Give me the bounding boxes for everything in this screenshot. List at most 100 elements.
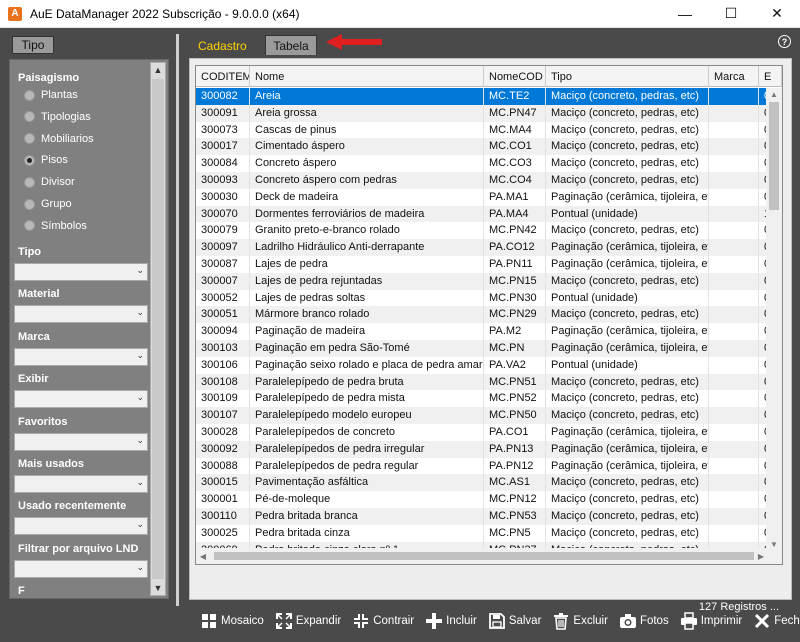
radio-mobiliarios[interactable]: Mobiliarios [24, 133, 94, 145]
tab-tipo[interactable]: Tipo [12, 36, 54, 54]
table-row[interactable]: 300097 Ladrilho Hidráulico Anti-derrapant… [196, 239, 767, 256]
radio-button-icon[interactable] [24, 89, 35, 101]
expandir-button[interactable]: Expandir [275, 612, 341, 630]
table-row[interactable]: 300106 Paginação seixo rolado e placa de … [196, 356, 767, 374]
table-cell: 300093 [196, 171, 250, 189]
contrair-button[interactable]: Contrair [352, 612, 414, 630]
scroll-left-icon[interactable]: ◀ [196, 548, 210, 564]
table-cell [709, 407, 759, 424]
scroll-right-icon[interactable]: ▶ [754, 548, 768, 564]
table-row[interactable]: 300028 Paralelepípedos de concreto PA.CO1 P… [196, 423, 767, 441]
radio-tipologias[interactable]: Tipologias [24, 111, 91, 123]
table-row[interactable]: 300015 Pavimentação asfáltica MC.AS1 Maciço… [196, 474, 767, 492]
table-row[interactable]: 300110 Pedra britada branca MC.PN53 Maciço … [196, 507, 767, 525]
radio-divisor[interactable]: Divisor [24, 176, 75, 188]
table-row[interactable]: 300087 Lajes de pedra PA.PN11 Paginação (ce… [196, 255, 767, 273]
table-row[interactable]: 300107 Paralelepípedo modelo europeu MC.PN… [196, 407, 767, 424]
tab-tabela[interactable]: Tabela [265, 35, 317, 55]
scrollbar-thumb[interactable] [152, 79, 164, 579]
imprimir-button[interactable]: Imprimir [680, 612, 742, 630]
chevron-down-icon[interactable]: ⌄ [136, 392, 144, 403]
salvar-button[interactable]: Salvar [488, 612, 541, 630]
filter-dropdown[interactable]: ⌄ [14, 475, 148, 493]
radio-button-icon[interactable] [24, 154, 35, 166]
table-row[interactable]: 300088 Paralelepípedos de pedra regular PA… [196, 457, 767, 475]
table-row[interactable]: 300084 Concreto áspero MC.CO3 Maciço (concr… [196, 155, 767, 172]
grid-horizontal-scrollbar[interactable]: ◀ ▶ [196, 548, 782, 564]
filter-dropdown[interactable]: ⌄ [14, 347, 148, 366]
radio-simbolos[interactable]: Símbolos [24, 220, 87, 232]
table-row[interactable]: 300052 Lajes de pedras soltas MC.PN30 Pontu… [196, 289, 767, 307]
radio-button-icon[interactable] [24, 176, 35, 188]
filter-dropdown[interactable]: ⌄ [14, 390, 148, 409]
table-row[interactable]: 300051 Mármore branco rolado MC.PN29 Maciço… [196, 306, 767, 324]
scroll-up-icon[interactable]: ▲ [151, 63, 165, 77]
scrollbar-thumb[interactable] [769, 102, 779, 210]
table-cell: 300079 [196, 222, 250, 240]
table-row[interactable]: 300070 Dormentes ferroviários de madeira P… [196, 205, 767, 223]
grid-vertical-scrollbar[interactable]: ▲ ▼ [766, 88, 782, 550]
data-grid[interactable]: CODITEM Nome NomeCOD Tipo Marca E 300082 Areia… [195, 65, 783, 565]
excluir-button[interactable]: Excluir [552, 612, 608, 630]
table-cell: Maciço (concreto, pedras, etc) [546, 222, 709, 240]
chevron-down-icon[interactable]: ⌄ [136, 435, 144, 446]
radio-plantas[interactable]: Plantas [24, 89, 78, 101]
chevron-down-icon[interactable]: ⌄ [136, 307, 144, 318]
table-row[interactable]: 300091 Areia grossa MC.PN47 Maciço (concret… [196, 104, 767, 122]
table-row[interactable]: 300079 Granito preto-e-branco rolado MC.PN… [196, 222, 767, 240]
filter-dropdown[interactable]: ⌄ [14, 559, 148, 578]
chevron-down-icon[interactable]: ⌄ [136, 350, 144, 361]
scroll-down-icon[interactable]: ▼ [151, 581, 165, 595]
table-cell: Granito preto-e-branco rolado [250, 222, 484, 240]
table-row[interactable]: 300093 Concreto áspero com pedras MC.CO4 Ma… [196, 171, 767, 189]
radio-button-icon[interactable] [24, 220, 35, 232]
column-header[interactable]: Nome [250, 66, 484, 87]
radio-pisos[interactable]: Pisos [24, 154, 68, 166]
panel-splitter[interactable] [176, 34, 179, 606]
column-header[interactable]: Marca [709, 66, 759, 87]
fechar-button[interactable]: Fechar [753, 612, 800, 630]
chevron-down-icon[interactable]: ⌄ [136, 519, 144, 530]
chevron-down-icon[interactable]: ⌄ [136, 265, 144, 276]
tab-cadastro[interactable]: Cadastro [190, 36, 255, 56]
radio-grupo[interactable]: Grupo [24, 198, 72, 210]
table-row[interactable]: 300001 Pé-de-moleque MC.PN12 Maciço (concre… [196, 491, 767, 508]
scroll-up-icon[interactable]: ▲ [766, 88, 782, 100]
help-icon[interactable]: ? [778, 35, 791, 48]
fotos-button[interactable]: Fotos [619, 612, 669, 630]
table-cell: MC.PN47 [484, 104, 546, 122]
table-row[interactable]: 300109 Paralelepípedo de pedra mista MC.PN… [196, 390, 767, 408]
table-row[interactable]: 300082 Areia MC.TE2 Maciço (concreto, pedra… [196, 88, 767, 105]
table-row[interactable]: 300094 Paginação de madeira PA.M2 Paginação… [196, 323, 767, 340]
table-row[interactable]: 300025 Pedra britada cinza MC.PN5 Maciço (c… [196, 524, 767, 542]
filter-dropdown[interactable]: ⌄ [14, 517, 148, 536]
table-row[interactable]: 300017 Cimentado áspero MC.CO1 Maciço (conc… [196, 138, 767, 156]
radio-button-icon[interactable] [24, 198, 35, 210]
table-row[interactable]: 300030 Deck de madeira PA.MA1 Paginação (ce… [196, 188, 767, 206]
chevron-down-icon[interactable]: ⌄ [136, 477, 144, 488]
table-cell: 300110 [196, 507, 250, 525]
column-header[interactable]: Tipo [546, 66, 709, 87]
table-row[interactable]: 300103 Paginação em pedra São-Tomé MC.PN Pa… [196, 339, 767, 357]
scrollbar-thumb[interactable] [214, 552, 754, 560]
table-row[interactable]: 300108 Paralelepípedo de pedra bruta MC.PN… [196, 373, 767, 391]
column-header[interactable]: NomeCOD [484, 66, 546, 87]
radio-button-icon[interactable] [24, 111, 35, 123]
filter-panel-scrollbar[interactable]: ▲ ▼ [150, 62, 166, 596]
filter-dropdown[interactable]: ⌄ [14, 263, 148, 281]
maximize-button[interactable]: ☐ [708, 0, 754, 28]
table-row[interactable]: 300092 Paralelepípedos de pedra irregular… [196, 440, 767, 458]
chevron-down-icon[interactable]: ⌄ [136, 562, 144, 573]
filter-dropdown[interactable]: ⌄ [14, 305, 148, 324]
incluir-button[interactable]: Incluir [425, 612, 477, 630]
column-header[interactable]: CODITEM [196, 66, 250, 87]
table-row[interactable]: 300073 Cascas de pinus MC.MA4 Maciço (concr… [196, 121, 767, 139]
minimize-button[interactable]: — [662, 0, 708, 28]
radio-button-icon[interactable] [24, 133, 35, 145]
close-window-button[interactable]: ✕ [754, 0, 800, 28]
mosaico-button[interactable]: Mosaico [200, 612, 264, 630]
filter-dropdown[interactable]: ⌄ [14, 432, 148, 451]
table-cell: Maciço (concreto, pedras, etc) [546, 524, 709, 542]
table-row[interactable]: 300007 Lajes de pedra rejuntadas MC.PN15 Ma… [196, 272, 767, 290]
column-header[interactable]: E [759, 66, 782, 87]
